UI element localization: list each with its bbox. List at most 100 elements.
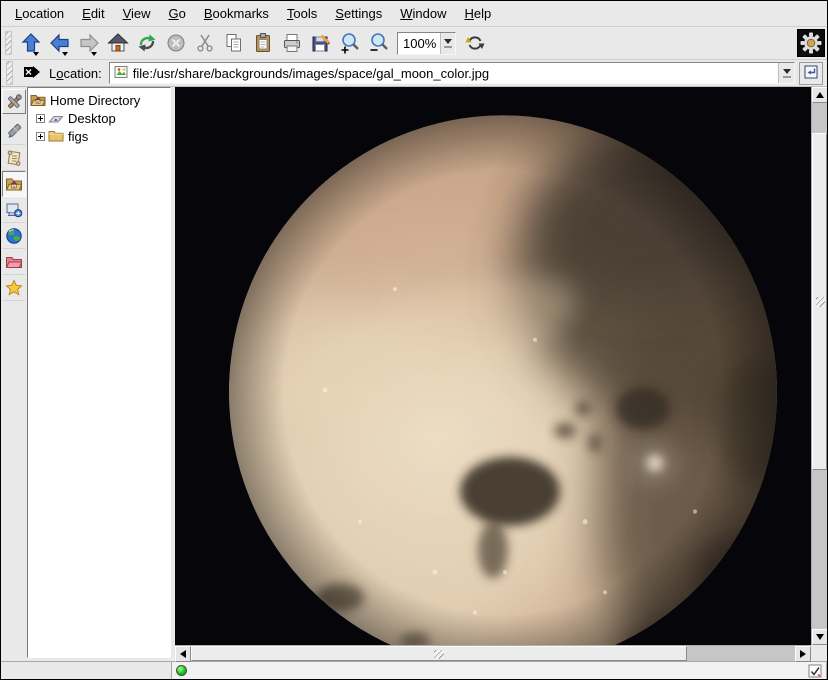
gray-pen-icon	[5, 123, 23, 141]
menu-window[interactable]: Window	[391, 3, 455, 24]
location-combo[interactable]: file:/usr/share/backgrounds/images/space…	[109, 62, 795, 84]
back-dropdown-arrow-icon	[62, 52, 68, 56]
up-dropdown-arrow-icon	[33, 52, 39, 56]
cut-button[interactable]	[190, 29, 219, 58]
scroll-up-button[interactable]	[812, 87, 828, 103]
services-icon	[5, 201, 23, 219]
menu-settings[interactable]: Settings	[326, 3, 391, 24]
magnifier-plus-icon	[339, 32, 361, 54]
status-left-filler	[1, 661, 171, 679]
menu-bookmarks[interactable]: Bookmarks	[195, 3, 278, 24]
tree-item-label: figs	[68, 129, 88, 144]
combo-underbar	[444, 46, 452, 48]
location-label: Location:	[49, 66, 102, 81]
sidebar-bookmarks-button[interactable]	[2, 275, 26, 301]
home-button[interactable]	[103, 29, 132, 58]
back-button[interactable]	[45, 29, 74, 58]
chevron-down-icon	[444, 39, 452, 44]
triangle-up-icon	[816, 92, 824, 98]
folder-home-icon	[30, 92, 47, 108]
rotate-icon	[464, 32, 486, 54]
save-as-button[interactable]	[306, 29, 335, 58]
sidebar-configure-button[interactable]	[2, 89, 26, 114]
sidebar-home-directory-button[interactable]	[2, 171, 26, 197]
sidebar-icon-strip	[1, 87, 27, 661]
floppy-pencil-icon	[310, 32, 332, 54]
sidebar-history-button[interactable]	[2, 145, 26, 171]
chevron-down-icon	[783, 69, 791, 74]
scroll-right-button[interactable]	[795, 646, 811, 662]
sidebar-bookmark-pen-button[interactable]	[2, 119, 26, 145]
star-icon	[5, 279, 23, 297]
scroll-left-button[interactable]	[175, 646, 191, 662]
tree-item-home-directory[interactable]: Home Directory	[28, 91, 170, 109]
status-row	[1, 661, 827, 679]
konqueror-window: LocationEditViewGoBookmarksToolsSettings…	[0, 0, 828, 680]
tools-hammer-wrench-icon	[5, 93, 23, 111]
horizontal-scroll-thumb[interactable]	[191, 646, 687, 661]
triangle-left-icon	[180, 650, 186, 658]
triangle-right-icon	[800, 650, 806, 658]
zoom-level-value: 100%	[398, 33, 440, 54]
copy-icon	[223, 32, 245, 54]
sidebar-network-button[interactable]	[2, 223, 26, 249]
tree-expander-icon[interactable]	[36, 132, 45, 141]
paste-button[interactable]	[248, 29, 277, 58]
active-view-led	[176, 665, 187, 676]
folder-tree: Home Directory Desktop figs	[27, 87, 171, 658]
menu-edit[interactable]: Edit	[73, 3, 113, 24]
zoom-out-button[interactable]	[364, 29, 393, 58]
tree-item-label: Desktop	[68, 111, 116, 126]
zoom-in-button[interactable]	[335, 29, 364, 58]
view-link-indicator[interactable]	[808, 664, 822, 678]
location-combo-dropdown[interactable]	[778, 63, 794, 83]
tree-expander-icon[interactable]	[36, 114, 45, 123]
stop-icon	[165, 32, 187, 54]
scrollbar-corner	[811, 645, 827, 661]
scroll-icon	[5, 149, 23, 167]
clear-location-button[interactable]	[21, 63, 43, 83]
print-button[interactable]	[277, 29, 306, 58]
triangle-down-icon	[816, 634, 824, 640]
home-icon	[107, 32, 129, 54]
vertical-scroll-thumb[interactable]	[812, 133, 827, 470]
menu-view[interactable]: View	[114, 3, 160, 24]
sidebar-services-button[interactable]	[2, 197, 26, 223]
zoom-combo-dropdown[interactable]	[440, 33, 455, 54]
locbar-drag-handle[interactable]	[6, 61, 13, 85]
menu-go[interactable]: Go	[160, 3, 195, 24]
menu-help[interactable]: Help	[456, 3, 501, 24]
reload-button[interactable]	[132, 29, 161, 58]
folder-icon	[48, 128, 65, 144]
location-input[interactable]: file:/usr/share/backgrounds/images/space…	[133, 66, 773, 81]
tree-item-figs[interactable]: figs	[28, 127, 170, 145]
copy-button[interactable]	[219, 29, 248, 58]
go-button[interactable]	[799, 62, 823, 85]
clear-location-icon	[23, 64, 41, 83]
scroll-down-button[interactable]	[812, 629, 828, 645]
menu-tools[interactable]: Tools	[278, 3, 326, 24]
tree-item-desktop[interactable]: Desktop	[28, 109, 170, 127]
menu-bar: LocationEditViewGoBookmarksToolsSettings…	[1, 1, 827, 27]
forward-button[interactable]	[74, 29, 103, 58]
tree-item-label: Home Directory	[50, 93, 140, 108]
stop-button[interactable]	[161, 29, 190, 58]
up-button[interactable]	[16, 29, 45, 58]
red-folder-icon	[5, 253, 23, 271]
horizontal-scrollbar[interactable]	[175, 645, 811, 661]
image-viewport	[175, 87, 811, 645]
toolbar-drag-handle[interactable]	[5, 31, 12, 55]
status-bar	[171, 661, 827, 679]
main-area: Home Directory Desktop figs	[1, 87, 827, 661]
menu-location[interactable]: Location	[6, 3, 73, 24]
rotate-button[interactable]	[460, 29, 489, 58]
magnifier-minus-icon	[368, 32, 390, 54]
sidebar-root-folder-button[interactable]	[2, 249, 26, 275]
clipboard-icon	[252, 32, 274, 54]
image-view-wrap	[175, 87, 827, 661]
globe-icon	[5, 227, 23, 245]
moon-image	[175, 87, 811, 645]
printer-icon	[281, 32, 303, 54]
zoom-level-combo[interactable]: 100%	[397, 32, 456, 55]
vertical-scrollbar[interactable]	[811, 87, 827, 645]
